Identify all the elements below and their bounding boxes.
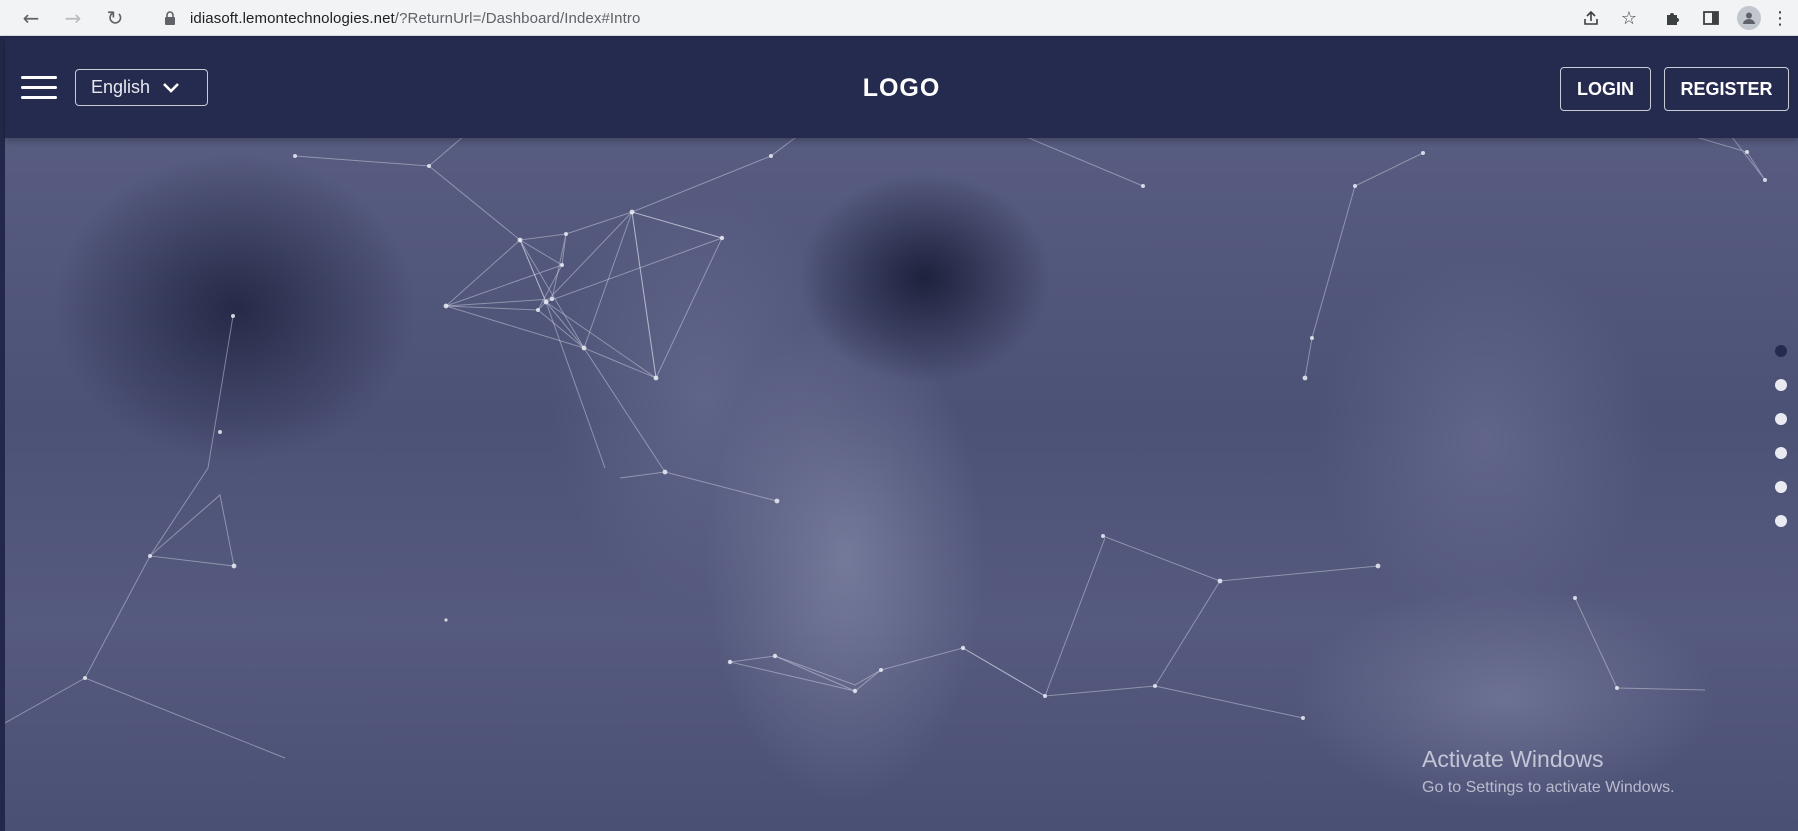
url-host: idiasoft.lemontechnologies.net [190, 9, 395, 27]
particle-network-graphic [5, 138, 1767, 759]
lock-icon [165, 11, 175, 25]
slide-dot-4[interactable] [1775, 447, 1787, 459]
profile-avatar-icon[interactable] [1732, 1, 1766, 35]
watermark-subtitle: Go to Settings to activate Windows. [1422, 779, 1675, 796]
watermark-title: Activate Windows [1422, 746, 1604, 772]
hamburger-menu-icon[interactable] [21, 74, 59, 102]
side-panel-icon[interactable] [1694, 1, 1728, 35]
share-icon[interactable] [1574, 1, 1608, 35]
register-button[interactable]: REGISTER [1664, 67, 1789, 111]
slide-pagination [1775, 345, 1789, 549]
reload-icon[interactable]: ↻ [98, 1, 132, 35]
bookmark-star-icon[interactable]: ☆ [1612, 1, 1646, 35]
slide-dot-6[interactable] [1775, 515, 1787, 527]
slide-dot-5[interactable] [1775, 481, 1787, 493]
url-text: idiasoft.lemontechnologies.net/?ReturnUr… [190, 10, 640, 27]
menu-kebab-icon[interactable]: ⋮ [1770, 1, 1790, 35]
slide-dot-1[interactable] [1775, 345, 1787, 357]
hero-banner [5, 138, 1798, 831]
chevron-down-icon [163, 82, 179, 93]
language-select[interactable]: English [75, 69, 208, 106]
address-bar[interactable]: idiasoft.lemontechnologies.net/?ReturnUr… [150, 3, 1535, 33]
back-arrow-icon[interactable]: ← [14, 1, 48, 35]
slide-dot-2[interactable] [1775, 379, 1787, 391]
forward-arrow-icon[interactable]: → [56, 1, 90, 35]
url-path: /?ReturnUrl=/Dashboard/Index#Intro [394, 9, 641, 27]
activate-windows-watermark: Activate Windows Go to Settings to activ… [1422, 746, 1675, 797]
login-button[interactable]: LOGIN [1560, 67, 1651, 111]
site-logo: LOGO [862, 74, 941, 102]
language-select-value: English [91, 77, 151, 97]
browser-toolbar: ← → ↻ idiasoft.lemontechnologies.net/?Re… [0, 0, 1798, 36]
site-header: English LOGO LOGIN REGISTER [5, 38, 1798, 138]
slide-dot-3[interactable] [1775, 413, 1787, 425]
extensions-puzzle-icon[interactable] [1656, 1, 1690, 35]
